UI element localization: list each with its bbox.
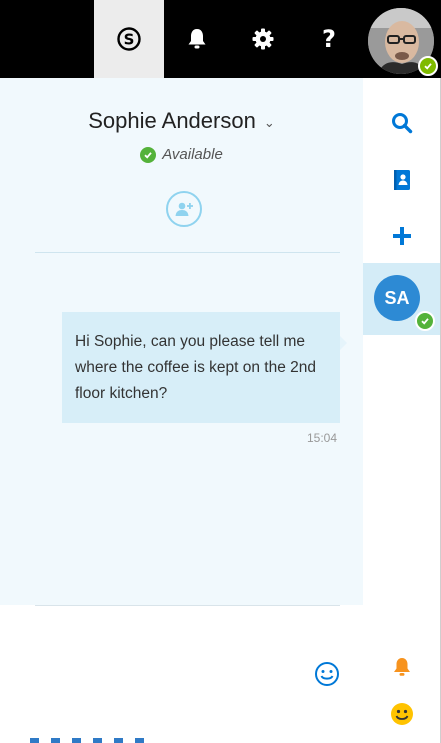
contacts-button[interactable] [363,165,441,195]
user-status-icon [418,56,438,76]
compose-toolbar-partial [30,738,320,743]
message-tail [340,336,347,350]
toolbar-icon[interactable] [93,738,102,743]
search-icon [392,113,413,134]
user-avatar[interactable] [366,8,438,80]
notification-button[interactable] [363,654,441,680]
add-icon [393,227,411,245]
help-icon: ? [322,25,336,53]
contacts-icon [394,170,410,190]
toolbar-icon[interactable] [72,738,81,743]
notification-bell-icon [394,658,410,676]
contact-header[interactable]: Sophie Anderson ⌄ [0,108,363,134]
message-bubble[interactable]: Hi Sophie, can you please tell me where … [62,312,340,423]
top-toolbar: S ? [0,0,441,78]
skype-button[interactable]: S [94,0,164,78]
add-person-icon [175,202,193,216]
add-participant-button[interactable] [166,191,202,227]
help-button[interactable]: ? [296,0,362,78]
toolbar-icon[interactable] [51,738,60,743]
toolbar-icon[interactable] [30,738,39,743]
toolbar-icon[interactable] [135,738,144,743]
emoticon-button[interactable] [363,701,441,727]
smiley-icon [315,662,339,686]
gear-icon [252,28,274,50]
contact-status-icon [415,311,435,331]
add-button[interactable] [363,221,441,251]
svg-text:S: S [124,31,135,49]
notifications-button[interactable] [164,0,230,78]
header-divider [35,252,340,253]
skype-icon: S [117,27,141,51]
contact-avatar[interactable]: SA [374,275,420,321]
presence-status: Available [0,146,363,163]
chevron-down-icon[interactable]: ⌄ [264,115,275,131]
settings-button[interactable] [230,0,296,78]
compose-area[interactable] [0,606,363,743]
toolbar-icon[interactable] [114,738,123,743]
bell-icon [188,29,206,49]
message-timestamp: 15:04 [306,431,337,445]
contact-name: Sophie Anderson [88,108,256,133]
available-status-icon [140,146,157,163]
emoji-button[interactable] [314,661,340,687]
search-button[interactable] [363,108,441,138]
emoji-icon [391,703,413,725]
right-rail: SA [363,78,441,743]
presence-label: Available [162,146,223,163]
message-text: Hi Sophie, can you please tell me where … [75,333,316,402]
